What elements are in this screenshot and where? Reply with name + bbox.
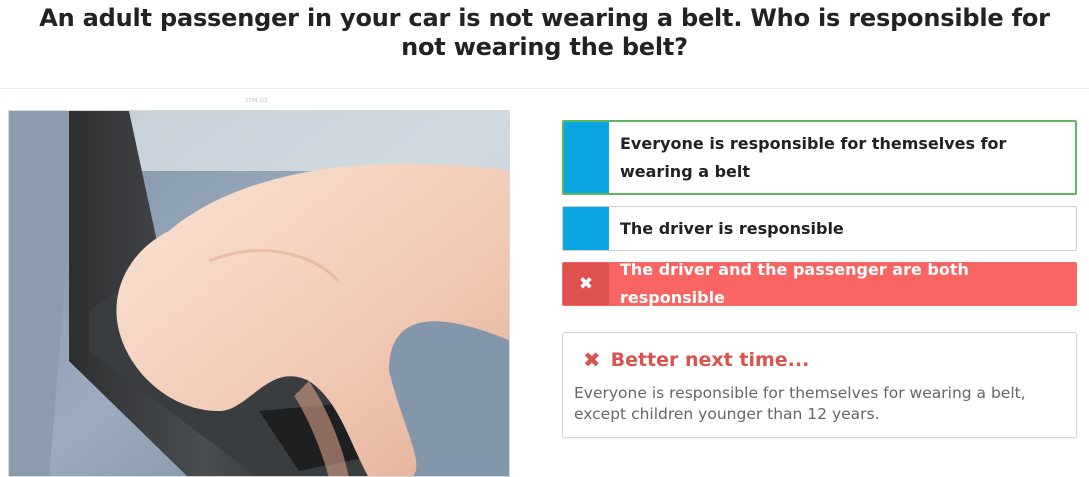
feedback-panel: ✖ Better next time... Everyone is respon… xyxy=(562,332,1077,438)
answer-label: The driver is responsible xyxy=(620,218,844,238)
seatbelt-illustration xyxy=(9,111,509,476)
cross-icon: ✖ xyxy=(578,274,594,294)
answer-marker-wrong: ✖ xyxy=(563,263,609,305)
feedback-title: ✖ Better next time... xyxy=(574,345,1065,375)
answer-label: Everyone is responsible for themselves f… xyxy=(620,133,1007,181)
image-caption: 2704.1/2 xyxy=(245,98,268,104)
answer-label: The driver and the passenger are both re… xyxy=(620,260,969,307)
answer-option-driver[interactable]: The driver is responsible xyxy=(562,206,1077,251)
answer-marker xyxy=(563,207,609,250)
answer-option-correct[interactable]: Everyone is responsible for themselves f… xyxy=(562,120,1077,195)
feedback-title-text: Better next time... xyxy=(610,349,810,371)
answer-marker xyxy=(564,122,609,193)
question-title: An adult passenger in your car is not we… xyxy=(0,0,1089,89)
feedback-explanation: Everyone is responsible for themselves f… xyxy=(574,384,1026,423)
answer-option-selected-wrong[interactable]: ✖ The driver and the passenger are both … xyxy=(562,260,1077,307)
cross-icon: ✖ xyxy=(583,348,601,372)
seatbelt-photo xyxy=(8,110,510,477)
